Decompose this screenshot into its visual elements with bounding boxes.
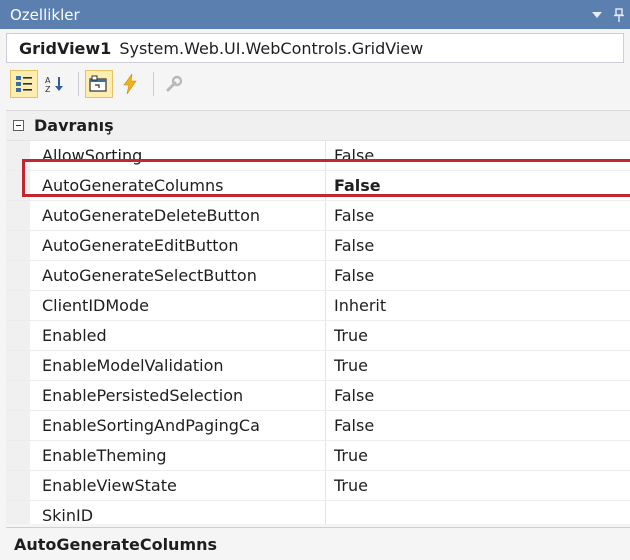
property-value[interactable]: False [326,231,630,260]
categorized-icon [16,76,32,92]
window-title-bar[interactable]: Ozellikler [0,0,630,29]
property-row[interactable]: AllowSorting False [6,141,630,171]
alphabetical-button[interactable]: A Z [41,70,69,98]
property-name: EnableModelValidation [30,351,326,380]
property-value[interactable]: True [326,321,630,350]
events-button[interactable] [116,70,144,98]
property-row[interactable]: EnableViewState True [6,471,630,501]
property-value[interactable]: Inherit [326,291,630,320]
property-name: AutoGenerateColumns [30,171,326,200]
properties-button[interactable] [85,70,113,98]
category-label: Davranış [34,116,114,135]
description-pane: AutoGenerateColumns [6,527,630,560]
alphabetical-sort-icon: A Z [45,76,63,93]
properties-window: Ozellikler GridView1 System.Web.UI.WebCo… [0,0,630,560]
property-name: Enabled [30,321,326,350]
properties-toolbar: A Z [6,66,624,102]
property-row[interactable]: AutoGenerateSelectButton False [6,261,630,291]
property-rows: AllowSorting False AutoGenerateColumns Fals… [6,141,630,524]
property-value[interactable]: False [326,261,630,290]
property-name: AllowSorting [30,141,326,170]
object-selector[interactable]: GridView1 System.Web.UI.WebControls.Grid… [6,33,624,63]
pin-icon[interactable] [608,4,630,26]
property-name: AutoGenerateEditButton [30,231,326,260]
property-name: EnableViewState [30,471,326,500]
property-value[interactable] [326,501,630,524]
property-grid: Davranış AllowSorting False AutoGenerateCo… [6,110,630,524]
property-name: AutoGenerateDeleteButton [30,201,326,230]
collapse-icon[interactable] [13,120,24,131]
property-row[interactable]: AutoGenerateColumns False [6,171,630,201]
property-value[interactable]: True [326,351,630,380]
object-type: System.Web.UI.WebControls.GridView [119,38,424,58]
dropdown-arrow-icon[interactable] [586,4,608,26]
property-row[interactable]: EnableSortingAndPagingCa False [6,411,630,441]
svg-text:Z: Z [45,85,51,93]
property-name: EnableTheming [30,441,326,470]
property-value[interactable]: True [326,441,630,470]
property-value[interactable]: False [326,381,630,410]
property-name: EnableSortingAndPagingCa [30,411,326,440]
object-name: GridView1 [19,38,112,58]
property-row[interactable]: AutoGenerateDeleteButton False [6,201,630,231]
property-row[interactable]: SkinID [6,501,630,524]
events-lightning-icon [123,74,137,94]
property-row[interactable]: AutoGenerateEditButton False [6,231,630,261]
property-row[interactable]: ClientIDMode Inherit [6,291,630,321]
property-value[interactable]: False [326,141,630,170]
property-name: SkinID [30,501,326,524]
property-value[interactable]: False [326,171,630,200]
window-title: Ozellikler [10,5,80,24]
svg-text:A: A [45,76,51,85]
categorized-button[interactable] [10,70,38,98]
property-name: EnablePersistedSelection [30,381,326,410]
property-name: ClientIDMode [30,291,326,320]
property-row[interactable]: EnablePersistedSelection False [6,381,630,411]
property-row[interactable]: EnableModelValidation True [6,351,630,381]
property-value[interactable]: False [326,201,630,230]
category-header[interactable]: Davranış [6,111,630,141]
description-title: AutoGenerateColumns [14,534,218,554]
property-row[interactable]: Enabled True [6,321,630,351]
property-pages-wrench-icon [166,75,183,92]
property-row[interactable]: EnableTheming True [6,441,630,471]
property-pages-button[interactable] [160,70,188,98]
properties-icon [89,75,107,92]
property-value[interactable]: False [326,411,630,440]
property-name: AutoGenerateSelectButton [30,261,326,290]
property-value[interactable]: True [326,471,630,500]
